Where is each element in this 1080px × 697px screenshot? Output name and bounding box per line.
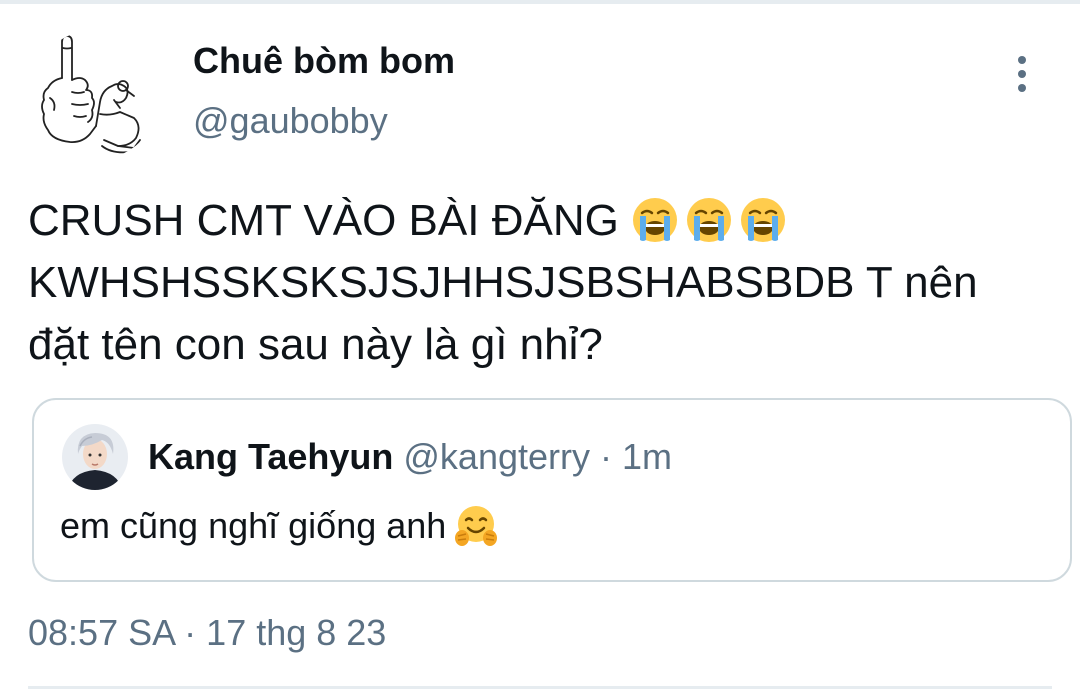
tweet-timestamp[interactable]: 08:57 SA · 17 thg 8 23 — [28, 612, 386, 654]
quoted-author-handle[interactable]: @kangterry — [403, 436, 590, 477]
tweet-text-segment: CRUSH CMT VÀO BÀI ĐĂNG — [28, 196, 619, 245]
tweet-text: CRUSH CMT VÀO BÀI ĐĂNG KWHSHSSKSKSJSJHHS… — [28, 190, 1058, 376]
timestamp-date: 17 thg 8 23 — [206, 612, 387, 653]
sketch-avatar-drawing — [41, 35, 141, 154]
tweet-text-line-2: KWHSHSSKSKSJSJHHSJSBSHABSBDB T nên — [28, 258, 978, 307]
quoted-author-display-name[interactable]: Kang Taehyun — [148, 436, 393, 477]
loudly-crying-face-emoji — [631, 196, 679, 244]
author-avatar[interactable] — [30, 30, 160, 160]
more-options-button[interactable] — [1000, 52, 1044, 96]
top-divider — [0, 0, 1080, 4]
separator-dot: · — [184, 612, 197, 653]
loudly-crying-face-emoji — [685, 196, 733, 244]
quoted-author-avatar[interactable] — [62, 424, 128, 490]
quoted-tweet-time[interactable]: 1m — [622, 436, 672, 477]
bottom-divider — [28, 686, 1052, 689]
quoted-tweet-text-segment: em cũng nghĩ giống anh — [60, 505, 447, 546]
tweet-text-line-3: đặt tên con sau này là gì nhỉ? — [28, 320, 603, 369]
hugging-face-emoji — [454, 504, 498, 548]
tweet-text-line-1: CRUSH CMT VÀO BÀI ĐĂNG — [28, 190, 1058, 252]
author-handle[interactable]: @gaubobby — [193, 100, 388, 142]
quoted-tweet-card[interactable]: Kang Taehyun @kangterry · 1m em cũng ngh… — [32, 398, 1072, 582]
vertical-ellipsis-icon — [1018, 56, 1026, 92]
author-display-name[interactable]: Chuê bòm bom — [193, 40, 455, 82]
loudly-crying-face-emoji — [739, 196, 787, 244]
timestamp-time: 08:57 SA — [28, 612, 175, 653]
quoted-tweet-header: Kang Taehyun @kangterry · 1m — [148, 436, 672, 478]
separator-dot: · — [600, 436, 612, 477]
person-avatar-image — [62, 424, 128, 490]
quoted-tweet-text: em cũng nghĩ giống anh — [60, 504, 498, 548]
